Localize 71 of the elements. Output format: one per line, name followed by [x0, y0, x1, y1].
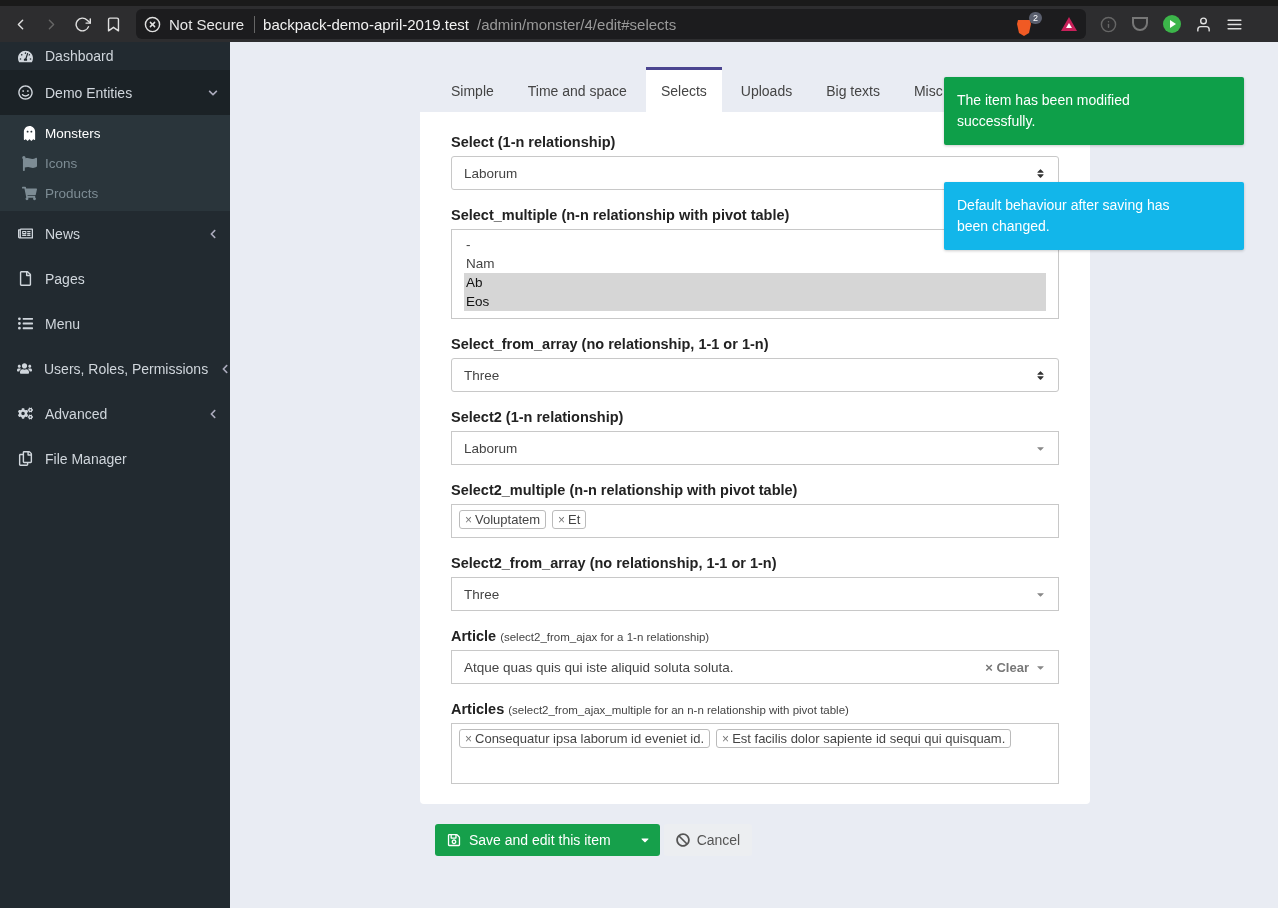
sidebar-item[interactable]: Menu [0, 301, 230, 346]
bookmark-icon[interactable] [105, 15, 122, 33]
field-label: Select2 (1-n relationship) [451, 409, 624, 425]
close-icon [144, 15, 161, 33]
sidebar-label: Monsters [45, 125, 101, 141]
tab[interactable]: Time and space [512, 67, 642, 112]
select-field[interactable]: Laborum [451, 156, 1059, 190]
ban-icon [675, 833, 690, 847]
tag-chip[interactable]: × Consequatur ipsa laborum id eveniet id. [459, 729, 711, 748]
sidebar-item[interactable]: Dashboard [0, 42, 230, 70]
field-label: Articles [451, 701, 505, 717]
list-option[interactable]: Eos [464, 292, 1046, 311]
triangle-icon[interactable] [1060, 16, 1078, 32]
select-field[interactable]: Three [451, 577, 1059, 611]
field-hint: (select2_from_ajax for a 1-n relationship) [500, 631, 710, 643]
clear-button[interactable]: × Clear [985, 659, 1029, 675]
users-icon [17, 361, 32, 376]
sidebar-item[interactable]: Advanced [0, 391, 230, 436]
sidebar-label: Products [45, 185, 99, 201]
list-option[interactable]: Ab [464, 273, 1046, 292]
select-field[interactable]: Three [451, 358, 1059, 392]
tag-chip[interactable]: × Est facilis dolor sapiente id sequi qui quisquam. [716, 729, 1012, 748]
notification: The item has been modified successfully. [944, 77, 1244, 145]
list-option[interactable]: Nam [464, 254, 1046, 273]
cart-icon [21, 185, 37, 201]
profile-icon[interactable] [1195, 15, 1212, 33]
play-icon[interactable] [1163, 15, 1181, 33]
sort-arrows-icon [1035, 369, 1046, 381]
tab[interactable]: Big texts [811, 67, 895, 112]
select-field[interactable]: Laborum [451, 431, 1059, 465]
flag-icon [21, 155, 37, 171]
file-icon [17, 271, 33, 286]
reload-icon[interactable] [74, 15, 91, 33]
tags-field[interactable]: × Consequatur ipsa laborum id eveniet id. × Est facilis dolor sapiente id sequi qui quisquam. [451, 723, 1059, 784]
newspaper-icon [17, 226, 33, 241]
field-label: Select (1-n relationship) [451, 134, 616, 150]
security-label: Not Secure [169, 15, 256, 33]
sidebar-subitem[interactable]: Icons [0, 148, 230, 178]
tag-chip[interactable]: × Et [552, 510, 587, 529]
sidebar-item[interactable]: Users, Roles, Permissions [0, 346, 230, 391]
copy-icon [17, 451, 33, 466]
field-label: Select_from_array (no relationship, 1-1 or 1-n) [451, 336, 769, 352]
field-label: Select2_multiple (n-n relationship with pivot table) [451, 482, 798, 498]
select-field[interactable]: Atque quas quis qui iste aliquid soluta soluta. × Clear [451, 650, 1059, 684]
sort-arrows-icon [1035, 167, 1046, 179]
tab[interactable]: Uploads [725, 67, 808, 112]
sidebar-subitem[interactable]: Products [0, 178, 230, 208]
sidebar-subitem[interactable]: Monsters [0, 118, 230, 148]
field-label: Select_multiple (n-n relationship with pivot table) [451, 207, 790, 223]
tag-chip[interactable]: × Voluptatem [459, 510, 547, 529]
field-label: Article [451, 628, 497, 644]
tags-field[interactable]: × Voluptatem × Et [451, 504, 1059, 538]
field-label: Select2_from_array (no relationship, 1-1 or 1-n) [451, 555, 777, 571]
address-bar[interactable]: Not Secure backpack-demo-april-2019.test /admin/monster/4/edit#selects 2 [136, 9, 1086, 39]
field-hint: (select2_from_ajax_multiple for an n-n relationship with pivot table) [508, 704, 849, 716]
tab[interactable]: Selects [645, 67, 722, 112]
ghost-icon [21, 125, 37, 141]
gears-icon [17, 406, 33, 421]
sidebar-label: Icons [45, 155, 78, 171]
list-icon [17, 316, 33, 331]
smiley-icon [17, 85, 33, 100]
sidebar-item[interactable]: File Manager [0, 436, 230, 481]
sidebar-item[interactable]: News [0, 211, 230, 256]
tab[interactable]: Simple [436, 67, 509, 112]
notification: Default behaviour after saving has been changed. [944, 182, 1244, 250]
sidebar-item[interactable]: Demo Entities [0, 70, 230, 115]
url-host: backpack-demo-april-2019.test [263, 15, 469, 33]
info-icon[interactable] [1100, 15, 1117, 33]
url-path: /admin/monster/4/edit#selects [477, 15, 677, 33]
gauge-icon [17, 48, 33, 64]
sidebar-item[interactable]: Pages [0, 256, 230, 301]
